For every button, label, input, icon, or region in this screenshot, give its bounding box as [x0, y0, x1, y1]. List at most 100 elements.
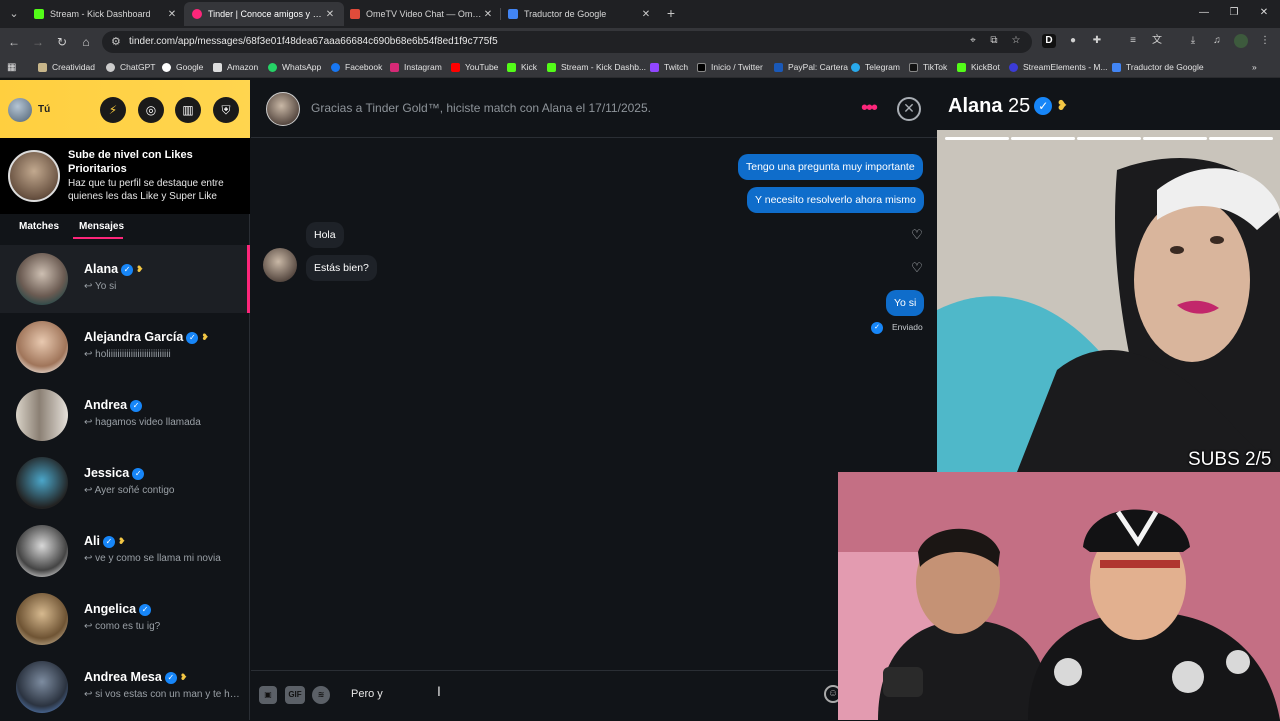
- download-icon[interactable]: ⤓: [1186, 34, 1200, 48]
- bookmark-paypal[interactable]: PayPal: Cartera: [774, 60, 848, 74]
- bookmark-twitter[interactable]: Inicio / Twitter: [697, 60, 763, 74]
- photo-progress-segment[interactable]: [1011, 137, 1075, 140]
- translate-icon[interactable]: 文: [1150, 34, 1164, 48]
- new-tab-plus-icon[interactable]: +: [663, 5, 679, 21]
- profile-avatar-icon[interactable]: [1234, 34, 1248, 48]
- conversation-andrea[interactable]: Andrea ✓ ↩ hagamos video llamada: [0, 381, 250, 449]
- media-icon[interactable]: ♫: [1210, 34, 1224, 48]
- message-outgoing: Yo si: [886, 290, 925, 316]
- profile-name-row: Alana 25 ✓ ❥: [948, 95, 1068, 118]
- conversation-ali[interactable]: Ali ✓ ❥ ↩ ve y como se llama mi novia: [0, 517, 250, 585]
- close-tab-icon[interactable]: ✕: [640, 9, 652, 20]
- tab-title: Tinder | Conoce amigos y gente: [208, 9, 324, 19]
- gold-heart-icon: ❥: [117, 536, 126, 546]
- conversation-preview-row: ↩ ve y como se llama mi novia: [84, 553, 244, 564]
- safety-shield-icon[interactable]: ⛨: [213, 97, 239, 123]
- kebab-menu-icon[interactable]: ⋮: [1258, 34, 1272, 48]
- spotify-icon[interactable]: ≋: [312, 686, 330, 704]
- bookmark-telegram[interactable]: Telegram: [851, 60, 900, 74]
- conversation-angelica[interactable]: Angelica ✓ ↩ como es tu ig?: [0, 585, 250, 653]
- conversation-alejandra-garcia[interactable]: Alejandra García ✓ ❥ ↩ holiiiiiiiiiiiiiiii…: [0, 313, 250, 381]
- bookmark-kick[interactable]: Kick: [507, 60, 537, 74]
- gif-button[interactable]: GIF: [285, 686, 305, 704]
- close-tab-icon[interactable]: ✕: [324, 9, 336, 20]
- priority-likes-promo[interactable]: Sube de nivel con Likes Prioritarios Haz…: [0, 138, 250, 214]
- webcam-feed: [838, 472, 1280, 720]
- site-info-icon[interactable]: ⚙: [111, 35, 121, 48]
- conversation-andrea-mesa[interactable]: Andrea Mesa ✓ ❥ ↩ si vos estas con un man …: [0, 653, 250, 721]
- bookmark-chatgpt[interactable]: ChatGPT: [106, 60, 155, 74]
- tab-google-translate[interactable]: Traductor de Google ✕: [500, 2, 660, 26]
- sidebar-header: Tú ⚡ ◎ ▥ ⛨: [0, 80, 250, 138]
- my-profile-label[interactable]: Tú: [38, 104, 50, 115]
- close-tab-icon[interactable]: ✕: [166, 9, 178, 20]
- close-chat-icon[interactable]: ✕: [897, 97, 921, 121]
- tab-matches[interactable]: Matches: [19, 221, 59, 232]
- bookmark-instagram[interactable]: Instagram: [390, 60, 442, 74]
- reload-icon[interactable]: ↻: [54, 34, 70, 50]
- like-heart-icon[interactable]: ♡: [910, 228, 924, 242]
- apps-grid-icon[interactable]: ▦: [7, 60, 16, 74]
- more-options-icon[interactable]: •••: [861, 98, 878, 118]
- message-input[interactable]: Pero y: [351, 688, 383, 700]
- my-avatar[interactable]: [8, 98, 32, 122]
- match-avatar[interactable]: [266, 92, 300, 126]
- maximize-icon[interactable]: ❐: [1226, 5, 1242, 21]
- explore-compass-icon[interactable]: ◎: [138, 97, 164, 123]
- whatsapp-icon: [268, 62, 277, 72]
- tab-ometv[interactable]: OmeTV Video Chat — Omegle ✕: [342, 2, 502, 26]
- menu-lines-icon[interactable]: ≡: [1126, 34, 1140, 48]
- sender-avatar[interactable]: [263, 248, 297, 282]
- close-window-icon[interactable]: ✕: [1256, 5, 1272, 21]
- bookmark-tiktok[interactable]: TikTok: [909, 60, 947, 74]
- forward-arrow-icon[interactable]: →: [30, 34, 46, 50]
- bookmark-whatsapp[interactable]: WhatsApp: [268, 60, 321, 74]
- install-app-icon[interactable]: ⧉: [987, 34, 1001, 48]
- bookmark-kick-dashboard[interactable]: Stream - Kick Dashb...: [547, 60, 646, 74]
- contact-card-icon[interactable]: ▣: [259, 686, 277, 704]
- home-icon[interactable]: ⌂: [78, 34, 94, 50]
- bookmark-google[interactable]: Google: [162, 60, 203, 74]
- bookmark-creatividad[interactable]: Creatividad: [38, 60, 95, 74]
- photo-progress-segment[interactable]: [1077, 137, 1141, 140]
- bookmark-kickbot[interactable]: KickBot: [957, 60, 1000, 74]
- boost-bolt-icon[interactable]: ⚡: [100, 97, 126, 123]
- photo-progress-segment[interactable]: [945, 137, 1009, 140]
- chatgpt-icon: [106, 62, 115, 72]
- extension-d-icon[interactable]: D: [1042, 34, 1056, 48]
- bookmark-star-icon[interactable]: ☆: [1009, 34, 1023, 48]
- extension-cookie-icon[interactable]: ●: [1066, 34, 1080, 48]
- x-icon: [697, 62, 706, 72]
- verified-badge-icon: ✓: [132, 468, 145, 480]
- like-heart-icon[interactable]: ♡: [910, 261, 924, 275]
- close-tab-icon[interactable]: ✕: [482, 9, 494, 20]
- bookmark-streamelements[interactable]: StreamElements - M...: [1009, 60, 1108, 74]
- photo-progress-segment[interactable]: [1209, 137, 1273, 140]
- bookmark-google-translate[interactable]: Traductor de Google: [1112, 60, 1204, 74]
- bookmark-amazon[interactable]: Amazon: [213, 60, 258, 74]
- bookmark-youtube[interactable]: YouTube: [451, 60, 498, 74]
- conversation-jessica[interactable]: Jessica ✓ ↩ Ayer soñé contigo: [0, 449, 250, 517]
- conversation-name-row: Ali ✓ ❥: [84, 534, 126, 548]
- tab-search-icon[interactable]: ⌄: [6, 5, 22, 21]
- tab-kick-dashboard[interactable]: Stream - Kick Dashboard ✕: [26, 2, 186, 26]
- bookmark-facebook[interactable]: Facebook: [331, 60, 382, 74]
- address-bar[interactable]: ⚙ tinder.com/app/messages/68f3e01f48dea6…: [102, 31, 1032, 53]
- reply-arrow-icon: ↩: [84, 689, 96, 700]
- active-tab-indicator: [73, 237, 123, 239]
- tab-messages[interactable]: Mensajes: [79, 221, 124, 232]
- location-icon[interactable]: ⌖: [966, 34, 980, 48]
- avatar: [16, 661, 68, 713]
- conversation-name-row: Angelica ✓: [84, 602, 152, 616]
- extensions-puzzle-icon[interactable]: ✚: [1090, 34, 1104, 48]
- back-arrow-icon[interactable]: ←: [6, 34, 22, 50]
- bookmark-twitch[interactable]: Twitch: [650, 60, 688, 74]
- conversation-alana[interactable]: Alana ✓ ❥ ↩ Yo si: [0, 245, 250, 313]
- minimize-icon[interactable]: —: [1196, 5, 1212, 21]
- photo-progress-segment[interactable]: [1143, 137, 1207, 140]
- gift-briefcase-icon[interactable]: ▥: [175, 97, 201, 123]
- profile-photo[interactable]: [937, 130, 1280, 472]
- verified-badge-icon: ✓: [139, 604, 152, 616]
- tab-tinder[interactable]: Tinder | Conoce amigos y gente ✕: [184, 2, 344, 26]
- more-bookmarks-icon[interactable]: »: [1252, 60, 1257, 74]
